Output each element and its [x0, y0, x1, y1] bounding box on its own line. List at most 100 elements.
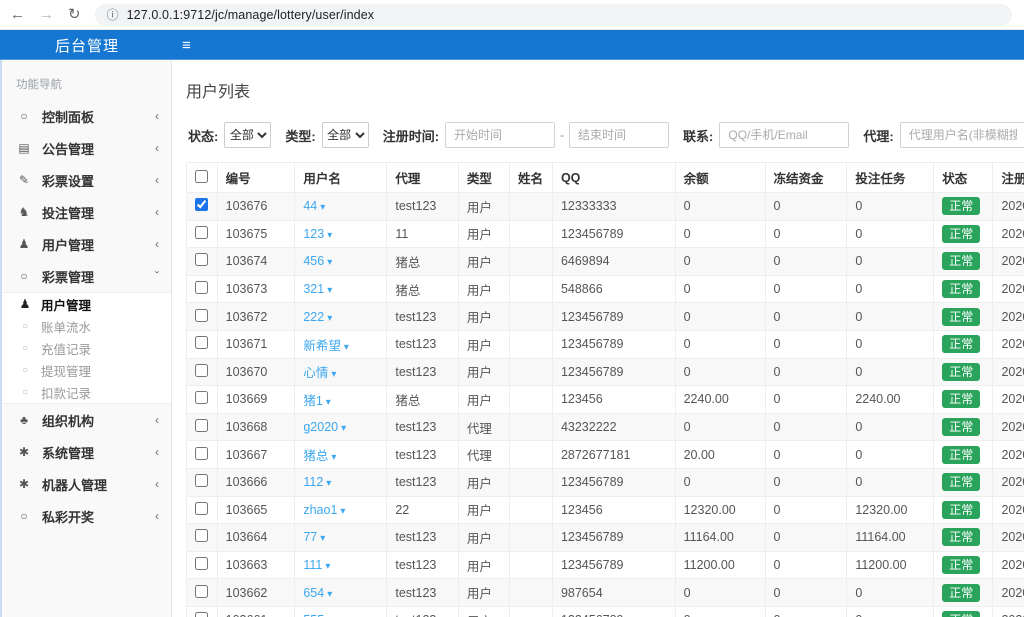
username-link[interactable]: 44 [303, 199, 317, 213]
row-checkbox[interactable] [195, 502, 208, 515]
column-header: 类型 [458, 163, 509, 193]
sidebar-item[interactable]: ♟ 用户管理 ‹ [2, 228, 171, 260]
address-bar[interactable]: ⓘ 127.0.0.1:9712/jc/manage/lottery/user/… [95, 4, 1012, 26]
cell-frozen: 0 [765, 413, 847, 441]
chevron-down-icon: ▾ [326, 397, 331, 408]
cell-task: 0 [847, 330, 934, 358]
sidebar-item[interactable]: ▤ 公告管理 ‹ [2, 132, 171, 164]
row-checkbox[interactable] [195, 529, 208, 542]
status-badge: 正常 [942, 556, 980, 574]
start-time-input[interactable] [445, 122, 555, 148]
hamburger-icon[interactable]: ≡ [182, 37, 191, 54]
site-info-icon[interactable]: ⓘ [107, 6, 119, 23]
sidebar-subitem[interactable]: ○ 充值记录 [2, 337, 171, 359]
sidebar-subitem[interactable]: ♟ 用户管理 [2, 293, 171, 315]
cell-id: 103665 [217, 496, 295, 524]
status-badge: 正常 [942, 252, 980, 270]
row-checkbox[interactable] [195, 557, 208, 570]
sidebar-item[interactable]: ✱ 机器人管理 ‹ [2, 468, 171, 500]
cell-balance: 0 [675, 275, 765, 303]
cell-frozen: 0 [765, 606, 847, 617]
chevron-left-icon: ‹ [155, 413, 159, 427]
row-checkbox[interactable] [195, 336, 208, 349]
row-checkbox[interactable] [195, 364, 208, 377]
username-link[interactable]: 123 [303, 227, 324, 241]
cell-task: 0 [847, 358, 934, 386]
cell-type: 用户 [458, 579, 509, 607]
row-checkbox[interactable] [195, 198, 208, 211]
username-link[interactable]: zhao1 [303, 503, 337, 517]
table-row: 103664 77▾ test123 用户 123456789 11164.00… [187, 524, 1024, 552]
cell-type: 用户 [458, 193, 509, 221]
dot-icon: ○ [18, 343, 32, 354]
back-icon[interactable]: ← [10, 7, 25, 22]
forward-icon[interactable]: → [39, 7, 54, 22]
username-link[interactable]: g2020 [303, 420, 338, 434]
sidebar-item[interactable]: ♞ 投注管理 ‹ [2, 196, 171, 228]
select-all-checkbox[interactable] [195, 170, 208, 183]
contact-input[interactable] [719, 122, 849, 148]
sidebar-submenu: ♟ 用户管理 ○ 账单流水 ○ 充值记录 ○ 提现管理 ○ 扣款记录 [2, 292, 171, 404]
cell-frozen: 0 [765, 303, 847, 331]
table-row: 103674 456▾ 猪总 用户 6469894 0 0 0 正常 2020-… [187, 248, 1024, 276]
cell-type: 用户 [458, 248, 509, 276]
chevron-down-icon: ▾ [327, 589, 332, 600]
status-badge: 正常 [942, 225, 980, 243]
row-checkbox[interactable] [195, 585, 208, 598]
row-checkbox[interactable] [195, 612, 208, 617]
cell-task: 0 [847, 579, 934, 607]
username-link[interactable]: 112 [303, 475, 323, 489]
cell-regtime: 2020-12-0 [993, 386, 1024, 414]
username-link[interactable]: 456 [303, 254, 324, 268]
cell-agent: test123 [387, 551, 459, 579]
row-checkbox[interactable] [195, 447, 208, 460]
sidebar-subitem[interactable]: ○ 账单流水 [2, 315, 171, 337]
reload-icon[interactable]: ↻ [68, 7, 81, 22]
cell-regtime: 2020-12-0 [993, 551, 1024, 579]
row-checkbox[interactable] [195, 281, 208, 294]
cell-id: 103676 [217, 193, 295, 221]
cell-qq: 43232222 [552, 413, 675, 441]
cell-balance: 0 [675, 579, 765, 607]
row-checkbox[interactable] [195, 309, 208, 322]
row-checkbox[interactable] [195, 474, 208, 487]
sidebar-item[interactable]: ✎ 彩票设置 ‹ [2, 164, 171, 196]
end-time-input[interactable] [569, 122, 669, 148]
cell-name [510, 606, 553, 617]
sidebar-item[interactable]: ♣ 组织机构 ‹ [2, 404, 171, 436]
username-link[interactable]: 猪1 [303, 394, 322, 408]
username-link[interactable]: 654 [303, 586, 324, 600]
row-checkbox[interactable] [195, 419, 208, 432]
username-link[interactable]: 555 [303, 613, 324, 617]
username-link[interactable]: 猪总 [303, 449, 328, 463]
sidebar-item[interactable]: ✱ 系统管理 ‹ [2, 436, 171, 468]
username-link[interactable]: 111 [303, 558, 322, 572]
type-label: 类型: [285, 126, 315, 145]
username-link[interactable]: 77 [303, 530, 317, 544]
cell-regtime: 2020-12-0 [993, 358, 1024, 386]
agent-input[interactable] [900, 122, 1024, 148]
username-link[interactable]: 222 [303, 310, 324, 324]
cell-name [510, 468, 553, 496]
username-link[interactable]: 心情 [303, 366, 328, 380]
username-link[interactable]: 新希望 [303, 339, 341, 353]
type-select[interactable]: 全部 [322, 122, 369, 148]
sidebar-subitem[interactable]: ○ 扣款记录 [2, 381, 171, 403]
column-header: 冻结资金 [765, 163, 847, 193]
cell-name [510, 386, 553, 414]
row-checkbox[interactable] [195, 391, 208, 404]
cell-frozen: 0 [765, 193, 847, 221]
sidebar-item[interactable]: ○ 私彩开奖 ‹ [2, 500, 171, 532]
username-link[interactable]: 321 [303, 282, 324, 296]
row-checkbox[interactable] [195, 253, 208, 266]
sidebar-item[interactable]: ○ 控制面板 ‹ [2, 100, 171, 132]
sidebar-item[interactable]: ○ 彩票管理 ˇ [2, 260, 171, 292]
cell-regtime: 2020-12-0 [993, 193, 1024, 221]
announcement-icon: ▤ [16, 141, 32, 155]
table-row: 103666 112▾ test123 用户 123456789 0 0 0 正… [187, 468, 1024, 496]
status-select[interactable]: 全部 [224, 122, 271, 148]
row-checkbox[interactable] [195, 226, 208, 239]
cell-qq: 123456789 [552, 468, 675, 496]
sidebar-nav: ○ 控制面板 ‹ ▤ 公告管理 ‹ ✎ 彩票设置 ‹ ♞ 投注管理 ‹ ♟ 用户… [2, 100, 171, 532]
sidebar-subitem[interactable]: ○ 提现管理 [2, 359, 171, 381]
